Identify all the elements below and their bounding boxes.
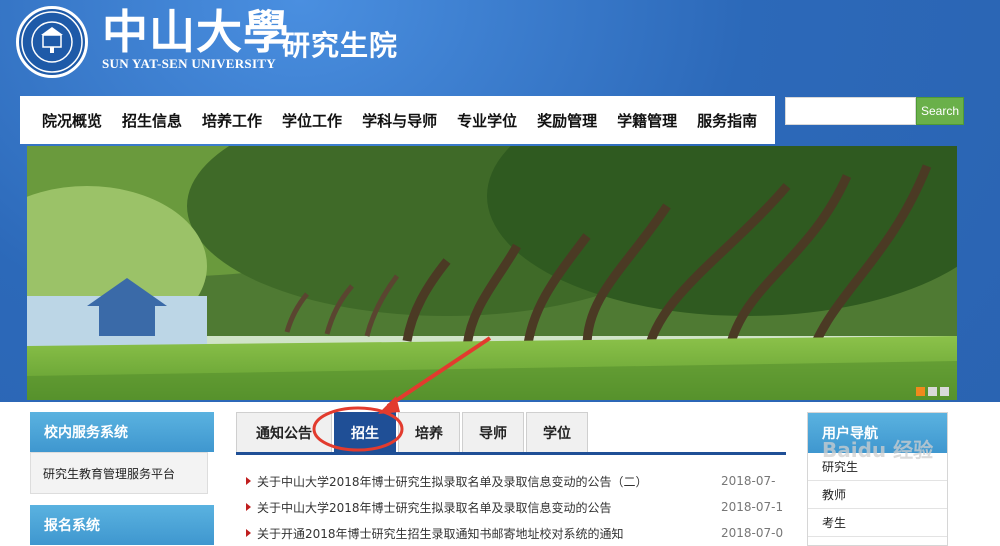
tab-degree[interactable]: 学位: [526, 412, 588, 452]
tab-supervisors[interactable]: 导师: [462, 412, 524, 452]
carousel-indicator: [916, 387, 949, 396]
tab-underline: [236, 452, 786, 455]
search-bar: Search: [785, 97, 964, 125]
tab-admissions[interactable]: 招生: [334, 412, 396, 452]
campus-trees-illustration: [27, 146, 957, 400]
news-tabs: 通知公告 招生 培养 导师 学位: [236, 412, 590, 452]
nav-item-degree[interactable]: 学位工作: [282, 110, 342, 131]
main-nav: 院况概览 招生信息 培养工作 学位工作 学科与导师 专业学位 奖励管理 学籍管理…: [20, 96, 775, 144]
news-title[interactable]: 关于中山大学2018年博士研究生拟录取名单及录取信息变动的公告: [257, 499, 721, 516]
nav-item-awards[interactable]: 奖励管理: [537, 110, 597, 131]
watermark: Baidu 经验: [822, 438, 934, 462]
nav-item-overview[interactable]: 院况概览: [42, 110, 102, 131]
news-date: 2018-07-13: [721, 500, 783, 514]
sidebar-link-grad-platform[interactable]: 研究生教育管理服务平台: [30, 452, 208, 494]
news-list: 关于中山大学2018年博士研究生拟录取名单及录取信息变动的公告（二） 2018-…: [238, 468, 783, 546]
user-nav-item-candidates[interactable]: 考生: [808, 509, 947, 537]
carousel-dot[interactable]: [940, 387, 949, 396]
tab-notices[interactable]: 通知公告: [236, 412, 332, 452]
list-item[interactable]: 关于中山大学2018年博士研究生拟录取名单及录取信息变动的公告 2018-07-…: [238, 494, 783, 520]
sidebar-section-title: 校内服务系统: [30, 412, 214, 452]
user-nav-item-teachers[interactable]: 教师: [808, 481, 947, 509]
nav-item-training[interactable]: 培养工作: [202, 110, 262, 131]
list-item[interactable]: 关于开通2018年博士研究生招生录取通知书邮寄地址校对系统的通知 2018-07…: [238, 520, 783, 546]
news-title[interactable]: 关于开通2018年博士研究生招生录取通知书邮寄地址校对系统的通知: [257, 525, 721, 542]
nav-item-admissions[interactable]: 招生信息: [122, 110, 182, 131]
hero-banner-image: [27, 146, 957, 400]
sidebar-section-title: 报名系统: [30, 505, 214, 545]
bullet-icon: [246, 529, 251, 537]
news-title[interactable]: 关于中山大学2018年博士研究生拟录取名单及录取信息变动的公告（二）: [257, 473, 721, 490]
news-date: 2018-07-07: [721, 526, 783, 540]
nav-item-registry[interactable]: 学籍管理: [617, 110, 677, 131]
search-input[interactable]: [785, 97, 916, 125]
news-date: 2018-07-: [721, 474, 776, 488]
department-title: 研究生院: [282, 29, 399, 62]
tab-training[interactable]: 培养: [398, 412, 460, 452]
nav-item-disciplines[interactable]: 学科与导师: [362, 110, 437, 131]
bullet-icon: [246, 477, 251, 485]
seal-icon: [21, 11, 83, 73]
carousel-dot-active[interactable]: [916, 387, 925, 396]
university-name-cn: 中山大學: [102, 5, 290, 59]
nav-item-professional-degree[interactable]: 专业学位: [457, 110, 517, 131]
university-seal-logo[interactable]: [16, 6, 88, 78]
carousel-dot[interactable]: [928, 387, 937, 396]
university-name-en: SUN YAT-SEN UNIVERSITY: [102, 56, 276, 71]
list-item[interactable]: 关于中山大学2018年博士研究生拟录取名单及录取信息变动的公告（二） 2018-…: [238, 468, 783, 494]
bullet-icon: [246, 503, 251, 511]
nav-item-service-guide[interactable]: 服务指南: [697, 110, 757, 131]
search-button[interactable]: Search: [916, 97, 964, 125]
user-navigation-panel: 用户导航 研究生 教师 考生: [807, 412, 948, 546]
